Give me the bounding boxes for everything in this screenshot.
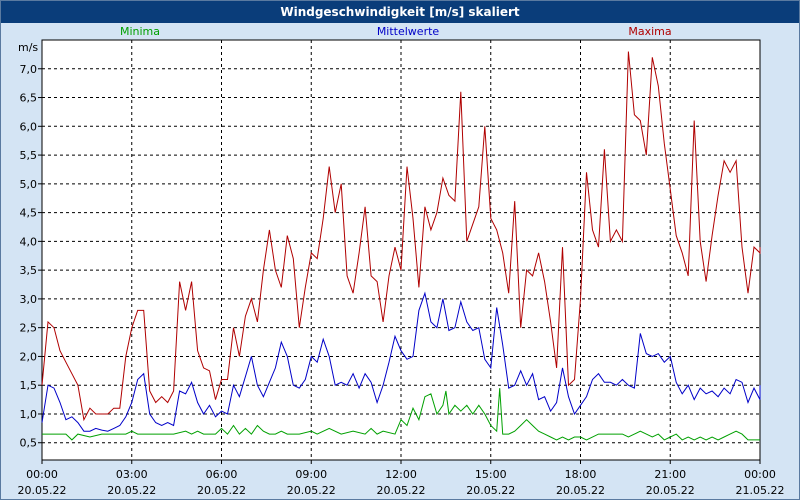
y-tick-label: 2,0	[20, 350, 38, 363]
y-tick-label: 7,0	[20, 63, 38, 76]
x-tick-time: 03:00	[116, 468, 148, 481]
x-tick-date: 20.05.22	[18, 484, 67, 497]
x-tick-time: 09:00	[295, 468, 327, 481]
y-tick-label: 5,5	[20, 149, 38, 162]
y-tick-label: 3,0	[20, 293, 38, 306]
x-tick-date: 20.05.22	[646, 484, 695, 497]
x-tick-time: 00:00	[744, 468, 776, 481]
y-tick-label: 1,5	[20, 379, 38, 392]
legend-item-maxima: Maxima	[628, 25, 671, 38]
x-tick-date: 20.05.22	[197, 484, 246, 497]
x-tick-time: 06:00	[206, 468, 238, 481]
x-tick-date: 20.05.22	[466, 484, 515, 497]
y-tick-label: 2,5	[20, 322, 38, 335]
y-axis-ticks: 0,5 1,0 1,5 2,0 2,5 3,0 3,5 4,0 4,5 5,0 5,5 6,0 6,5 7…	[20, 63, 42, 450]
legend-item-mittelwerte: Mittelwerte	[377, 25, 440, 38]
x-tick-date: 20.05.22	[377, 484, 426, 497]
y-tick-label: 3,5	[20, 264, 38, 277]
y-tick-label: 0,5	[20, 437, 38, 450]
x-tick-date: 20.05.22	[287, 484, 336, 497]
legend: Minima Mittelwerte Maxima	[120, 25, 672, 38]
x-tick-date: 20.05.22	[107, 484, 156, 497]
legend-item-minima: Minima	[120, 25, 160, 38]
y-axis-label: m/s	[18, 41, 38, 54]
y-tick-label: 4,5	[20, 207, 38, 220]
y-tick-label: 1,0	[20, 408, 38, 421]
x-tick-time: 15:00	[475, 468, 507, 481]
y-tick-label: 5,0	[20, 178, 38, 191]
x-tick-date: 21.05.22	[736, 484, 785, 497]
y-tick-label: 6,0	[20, 120, 38, 133]
wind-speed-chart: 0,5 1,0 1,5 2,0 2,5 3,0 3,5 4,0 4,5 5,0 5,5 6,0 6,5 7…	[18, 25, 785, 497]
x-tick-time: 12:00	[385, 468, 417, 481]
x-tick-date: 20.05.22	[556, 484, 605, 497]
x-tick-time: 00:00	[26, 468, 58, 481]
y-tick-label: 6,5	[20, 92, 38, 105]
x-axis-ticks: 00:00 20.05.22 03:00 20.05.22 06:00 20.05.22 0…	[18, 460, 785, 497]
y-tick-label: 4,0	[20, 235, 38, 248]
x-tick-time: 18:00	[565, 468, 597, 481]
x-tick-time: 21:00	[654, 468, 686, 481]
